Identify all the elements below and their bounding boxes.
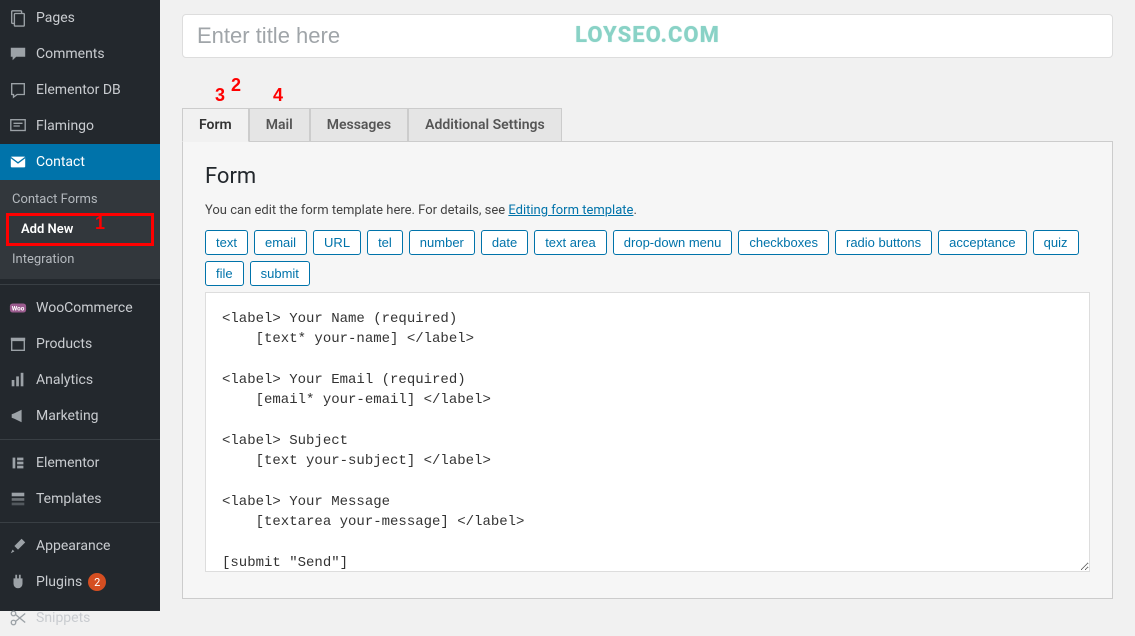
help-pre: You can edit the form template here. For… xyxy=(205,203,508,218)
form-panel: Form You can edit the form template here… xyxy=(182,141,1113,599)
sidebar-item-flamingo[interactable]: Flamingo xyxy=(0,108,160,144)
tag-btn-radio-buttons[interactable]: radio buttons xyxy=(835,230,932,255)
sidebar-item-products[interactable]: Products xyxy=(0,326,160,362)
submenu-item-integration[interactable]: Integration xyxy=(0,246,160,273)
sidebar-item-label: Analytics xyxy=(36,372,93,388)
tag-btn-text-area[interactable]: text area xyxy=(534,230,607,255)
feedback-icon xyxy=(8,116,28,136)
sidebar-item-elementor[interactable]: Elementor xyxy=(0,445,160,481)
tag-btn-email[interactable]: email xyxy=(254,230,307,255)
sidebar-item-label: WooCommerce xyxy=(36,300,133,316)
templates-icon xyxy=(8,489,28,509)
pages-icon xyxy=(8,8,28,28)
plug-icon xyxy=(8,572,28,592)
tag-btn-date[interactable]: date xyxy=(481,230,528,255)
sidebar-item-templates[interactable]: Templates xyxy=(0,481,160,517)
sidebar-item-label: Pages xyxy=(36,10,75,26)
submenu-item-add-new[interactable]: Add New xyxy=(6,213,154,246)
tab-messages[interactable]: Messages xyxy=(310,108,408,142)
sidebar-item-contact[interactable]: Contact xyxy=(0,144,160,180)
tag-generator-row: textemailURLtelnumberdatetext areadrop-d… xyxy=(205,230,1090,286)
submenu-item-contact-forms[interactable]: Contact Forms xyxy=(0,186,160,213)
scissors-icon xyxy=(8,608,28,628)
tag-btn-quiz[interactable]: quiz xyxy=(1033,230,1079,255)
chart-bar-icon xyxy=(8,370,28,390)
sidebar-item-label: Templates xyxy=(36,491,102,507)
brush-icon xyxy=(8,536,28,556)
sidebar-item-label: Elementor DB xyxy=(36,82,121,98)
menu-separator xyxy=(0,439,160,440)
sidebar-item-plugins[interactable]: Plugins 2 xyxy=(0,564,160,600)
contact-submenu: Contact Forms Add New Integration xyxy=(0,180,160,279)
menu-separator xyxy=(0,522,160,523)
sidebar-item-pages[interactable]: Pages xyxy=(0,0,160,36)
tag-btn-text[interactable]: text xyxy=(205,230,248,255)
annotation-2: 2 xyxy=(231,75,241,96)
sidebar-item-label: Comments xyxy=(36,46,105,62)
sidebar-item-comments[interactable]: Comments xyxy=(0,36,160,72)
tag-btn-submit[interactable]: submit xyxy=(250,261,310,286)
sidebar-item-woocommerce[interactable]: Woo WooCommerce xyxy=(0,290,160,326)
tab-mail[interactable]: Mail xyxy=(249,108,310,142)
tab-additional-settings[interactable]: Additional Settings xyxy=(408,108,562,142)
tag-btn-checkboxes[interactable]: checkboxes xyxy=(738,230,829,255)
editor-tabs: Form Mail Messages Additional Settings xyxy=(182,108,1113,142)
tag-btn-number[interactable]: number xyxy=(409,230,475,255)
sidebar-item-analytics[interactable]: Analytics xyxy=(0,362,160,398)
sidebar-item-label: Products xyxy=(36,336,92,352)
editing-form-template-link[interactable]: Editing form template xyxy=(508,203,633,218)
form-title-input[interactable] xyxy=(182,14,1113,58)
sidebar-item-elementor-db[interactable]: Elementor DB xyxy=(0,72,160,108)
sidebar-item-label: Elementor xyxy=(36,455,99,471)
mail-icon xyxy=(8,152,28,172)
svg-text:Woo: Woo xyxy=(12,305,25,313)
sidebar-item-label: Contact xyxy=(36,154,85,170)
admin-sidebar: Pages Comments Elementor DB Flamingo Con… xyxy=(0,0,160,611)
sidebar-item-marketing[interactable]: Marketing xyxy=(0,398,160,434)
sidebar-item-appearance[interactable]: Appearance xyxy=(0,528,160,564)
annotation-4: 4 xyxy=(273,85,283,106)
comment-icon xyxy=(8,44,28,64)
sidebar-item-label: Flamingo xyxy=(36,118,94,134)
tag-btn-acceptance[interactable]: acceptance xyxy=(938,230,1027,255)
woocommerce-icon: Woo xyxy=(8,298,28,318)
menu-separator xyxy=(0,284,160,285)
megaphone-icon xyxy=(8,406,28,426)
sidebar-item-label: Appearance xyxy=(36,538,110,554)
panel-heading: Form xyxy=(205,164,1090,189)
sidebar-item-label: Snippets xyxy=(36,610,90,626)
form-template-textarea[interactable] xyxy=(205,292,1090,572)
sidebar-item-label: Plugins xyxy=(36,574,82,590)
archive-icon xyxy=(8,334,28,354)
tag-btn-URL[interactable]: URL xyxy=(313,230,361,255)
posts-icon xyxy=(8,80,28,100)
annotation-3: 3 xyxy=(215,85,225,106)
tab-form[interactable]: Form xyxy=(182,108,249,142)
help-post: . xyxy=(633,203,636,218)
panel-help-text: You can edit the form template here. For… xyxy=(205,203,1090,218)
plugins-update-badge: 2 xyxy=(88,573,106,591)
elementor-icon xyxy=(8,453,28,473)
tag-btn-drop-down-menu[interactable]: drop-down menu xyxy=(613,230,733,255)
tag-btn-file[interactable]: file xyxy=(205,261,244,286)
sidebar-item-snippets[interactable]: Snippets xyxy=(0,600,160,636)
tag-btn-tel[interactable]: tel xyxy=(367,230,403,255)
sidebar-item-label: Marketing xyxy=(36,408,99,424)
main-content: LOYSEO.COM Form Mail Messages Additional… xyxy=(160,0,1135,611)
